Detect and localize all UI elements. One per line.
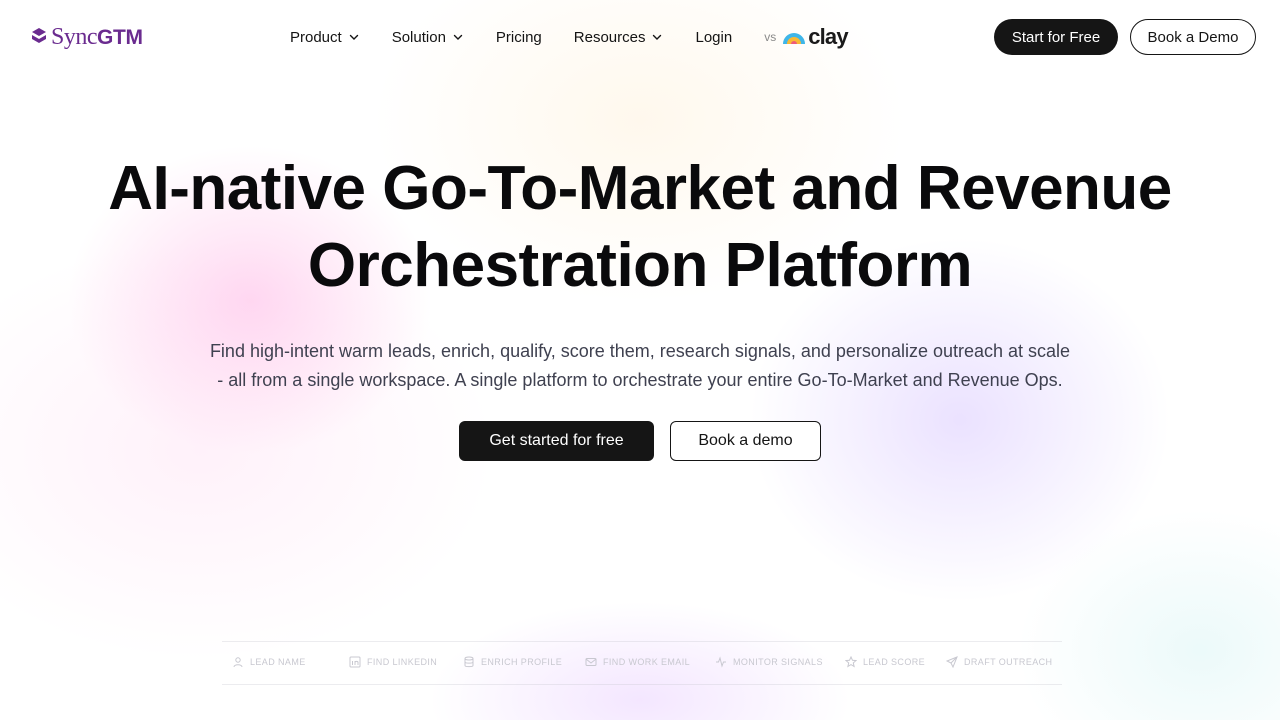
workflow-step: Enrich Profile bbox=[463, 656, 562, 668]
clay-logo-icon bbox=[783, 33, 806, 44]
hero-subtitle: Find high-intent warm leads, enrich, qua… bbox=[209, 341, 1071, 390]
nav-item-resources[interactable]: Resources bbox=[574, 29, 664, 46]
nav-item-product[interactable]: Product bbox=[290, 29, 360, 46]
workflow-step: Find Work Email bbox=[585, 656, 690, 668]
hero-title: AI-native Go-To-Market and Revenue Orche… bbox=[108, 154, 1172, 300]
star-icon bbox=[845, 656, 857, 668]
workflow-steps-strip: Lead Name Find LinkedIn Enrich Profile F… bbox=[222, 641, 1062, 685]
user-icon bbox=[233, 657, 243, 668]
book-demo-button[interactable]: Book a demo bbox=[670, 421, 821, 461]
database-icon bbox=[464, 656, 474, 668]
nav-item-pricing[interactable]: Pricing bbox=[496, 29, 542, 46]
mail-icon bbox=[585, 658, 597, 666]
syncgtm-logo[interactable]: SyncGTM bbox=[30, 24, 143, 51]
nav-item-solution[interactable]: Solution bbox=[392, 29, 464, 46]
chevron-down-icon bbox=[349, 34, 358, 40]
workflow-step: Find LinkedIn bbox=[349, 656, 437, 668]
workflow-step: Monitor Signals bbox=[715, 656, 823, 668]
hero-section: AI-native Go-To-Market and Revenue Orche… bbox=[0, 150, 1280, 395]
chevron-down-icon bbox=[453, 34, 463, 40]
vs-clay-link[interactable]: clay bbox=[782, 24, 849, 50]
chevron-down-icon bbox=[653, 34, 662, 40]
top-navigation: SyncGTM Product Solution Pricing Resourc… bbox=[0, 0, 1280, 74]
main-menu: Product Solution Pricing Resources Login… bbox=[290, 24, 849, 50]
vs-label: vs bbox=[764, 30, 777, 44]
start-for-free-button[interactable]: Start for Free bbox=[994, 19, 1118, 55]
activity-icon bbox=[716, 656, 726, 668]
logo-mark-icon bbox=[32, 27, 46, 43]
send-icon bbox=[946, 656, 958, 668]
workflow-step: Draft Outreach bbox=[946, 656, 1052, 668]
logo-text: SyncGTM bbox=[51, 24, 143, 50]
workflow-step: Lead Name bbox=[232, 656, 306, 668]
get-started-button[interactable]: Get started for free bbox=[459, 421, 654, 461]
workflow-step: Lead Score bbox=[845, 656, 925, 668]
linkedin-icon bbox=[349, 656, 361, 668]
nav-item-login[interactable]: Login bbox=[695, 29, 732, 46]
hero-cta-group: Get started for free Book a demo bbox=[0, 421, 1280, 461]
clay-wordmark: clay bbox=[808, 24, 848, 49]
book-a-demo-button[interactable]: Book a Demo bbox=[1130, 19, 1256, 55]
